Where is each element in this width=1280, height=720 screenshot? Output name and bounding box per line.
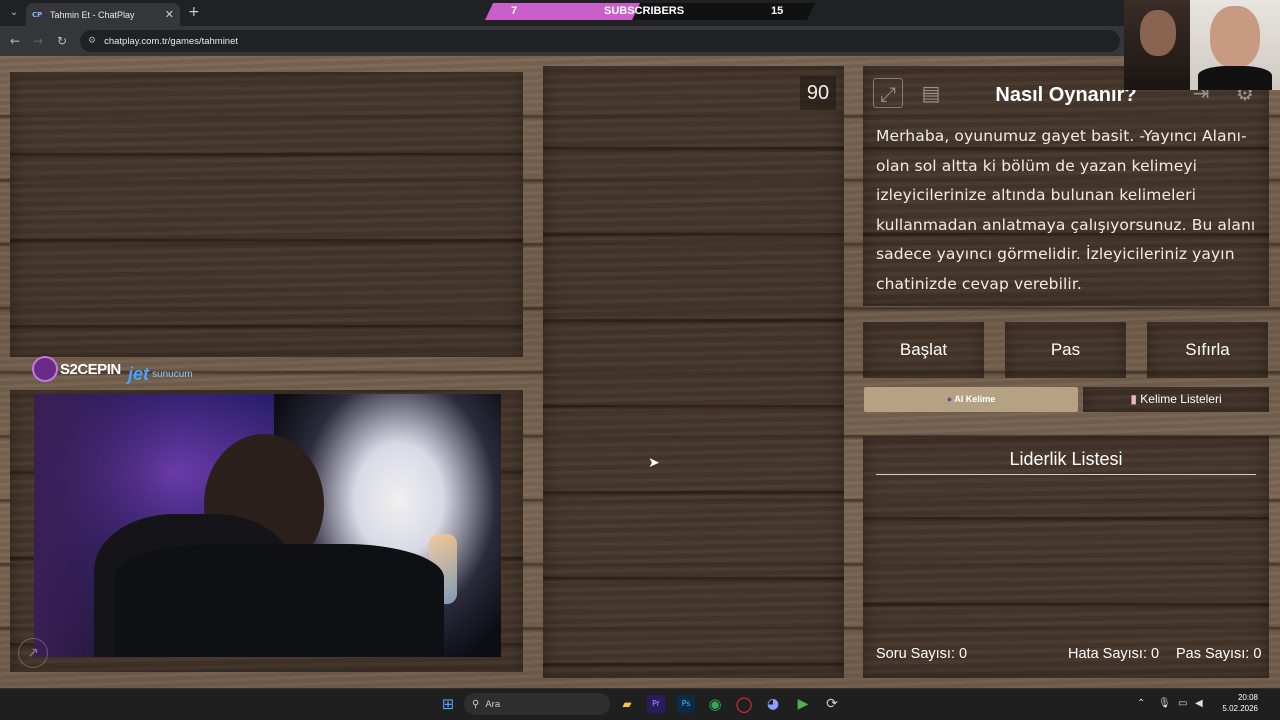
subscribers-goal: 15 xyxy=(771,5,784,17)
error-count: Hata Sayısı: 0 xyxy=(1068,646,1160,662)
ai-word-label: AI Kelime xyxy=(954,394,996,404)
s2cepin-logo-icon xyxy=(32,356,58,382)
subscribers-bar: 7 SUBSCRIBERS 15 xyxy=(485,3,815,20)
browser-tab[interactable]: CP Tahmin Et - ChatPlay ✕ xyxy=(26,3,180,26)
search-icon: ⚲ xyxy=(472,698,480,710)
question-count: Soru Sayısı: 0 xyxy=(876,646,968,662)
chrome-icon[interactable]: ◉ xyxy=(706,695,724,713)
subscribers-label: SUBSCRIBERS xyxy=(604,5,685,17)
url-field[interactable]: ⚙ chatplay.com.tr/games/tahminet xyxy=(80,30,1120,52)
reset-button[interactable]: Sıfırla xyxy=(1147,322,1268,378)
site-favicon-icon: CP xyxy=(32,10,43,19)
sponsor2-name: jet xyxy=(128,364,150,384)
windows-start-icon[interactable]: ⊞ xyxy=(439,695,457,713)
guest-webcam-image xyxy=(1124,0,1280,90)
pass-count: Pas Sayısı: 0 xyxy=(1176,646,1262,662)
clock-time: 20:08 xyxy=(1237,693,1258,702)
sponsor-logo-jetsunucum: jet sunucum xyxy=(128,364,193,385)
tab-close-icon[interactable]: ✕ xyxy=(165,8,174,21)
leaderboard-title: Liderlik Listesi xyxy=(876,449,1256,475)
forward-icon[interactable]: → xyxy=(33,34,43,48)
list-icon: ▮ xyxy=(1130,392,1137,406)
premiere-icon[interactable]: Pr xyxy=(647,695,665,713)
how-to-play-text: Merhaba, oyunumuz gayet basit. -Yayıncı … xyxy=(876,127,1256,293)
discord-icon[interactable]: ◕ xyxy=(764,695,782,713)
tray-overflow-icon[interactable]: ⌃ xyxy=(1137,698,1145,709)
taskbar-search[interactable]: ⚲ Ara xyxy=(464,693,610,715)
countdown-timer: 90 xyxy=(800,76,836,110)
system-clock[interactable]: 20:08 5.02.2026 xyxy=(1212,692,1258,714)
site-info-icon[interactable]: ⚙ xyxy=(88,36,96,46)
sponsor-logo-s2cepin: S2CEPIN xyxy=(32,356,121,382)
sponsor-name: S2CEPIN xyxy=(60,360,121,378)
url-text: chatplay.com.tr/games/tahminet xyxy=(104,35,239,47)
sponsor2-suffix: sunucum xyxy=(152,369,193,380)
clock-date: 5.02.2026 xyxy=(1222,704,1258,713)
opera-icon[interactable]: ◯ xyxy=(735,695,753,713)
word-lists-button[interactable]: ▮ Kelime Listeleri xyxy=(1083,387,1269,412)
tab-title: Tahmin Et - ChatPlay xyxy=(50,9,135,20)
streamer-webcam-image xyxy=(34,394,501,657)
corner-arrow-icon[interactable]: ↗ xyxy=(18,638,48,668)
tab-list-dropdown-icon[interactable]: ⌄ xyxy=(6,6,22,20)
microphone-icon[interactable]: 🎙 xyxy=(1158,698,1171,709)
new-tab-icon[interactable]: + xyxy=(188,4,200,20)
word-area-panel xyxy=(543,66,844,678)
media-player-icon[interactable]: ▶ xyxy=(794,695,812,713)
mouse-cursor-icon: ➤ xyxy=(648,455,660,471)
pass-button[interactable]: Pas xyxy=(1005,322,1126,378)
reload-icon[interactable]: ↻ xyxy=(57,34,67,48)
start-button[interactable]: Başlat xyxy=(863,322,984,378)
subscribers-current: 7 xyxy=(511,5,518,17)
word-lists-label: Kelime Listeleri xyxy=(1140,392,1222,406)
photoshop-icon[interactable]: Ps xyxy=(677,695,695,713)
network-icon[interactable]: ▭ xyxy=(1178,698,1187,709)
streamer-area-panel xyxy=(10,72,523,357)
back-icon[interactable]: ← xyxy=(10,34,20,48)
app-icon[interactable]: ⟳ xyxy=(823,695,841,713)
ai-word-button[interactable]: ● AI Kelime xyxy=(864,387,1078,412)
ai-icon: ● xyxy=(946,394,953,404)
search-placeholder: Ara xyxy=(485,698,501,710)
windows-taskbar xyxy=(0,688,1280,720)
volume-icon[interactable]: ◀ xyxy=(1195,698,1203,709)
file-explorer-icon[interactable]: ▰ xyxy=(618,695,636,713)
